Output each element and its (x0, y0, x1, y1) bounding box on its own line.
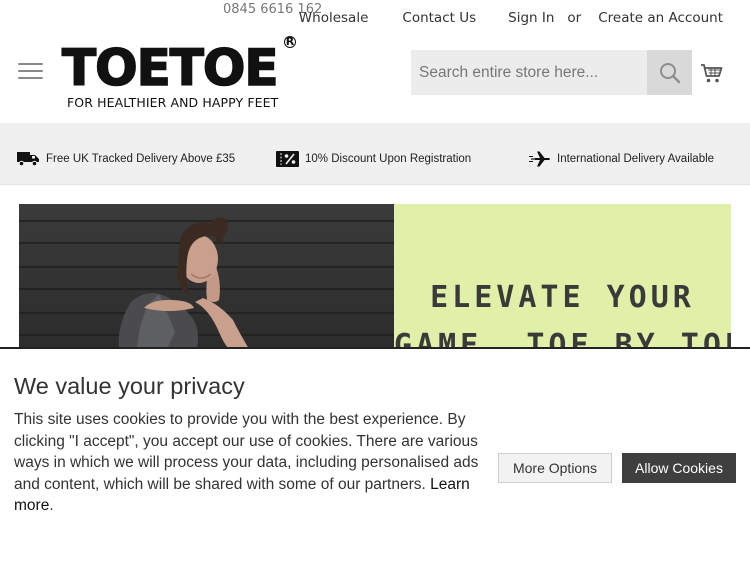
usp-label: 10% Discount Upon Registration (305, 153, 472, 165)
usp-bar: Free UK Tracked Delivery Above £35 10% D… (0, 123, 750, 185)
top-utility-bar: 0845 6616 162 Wholesale Contact Us Sign … (0, 0, 750, 36)
wholesale-link[interactable]: Wholesale (299, 10, 369, 26)
registered-mark: R (284, 35, 296, 48)
hero-banner[interactable]: ELEVATE YOUR GAME, TOE BY TOE (19, 204, 731, 349)
search-input[interactable] (411, 50, 647, 95)
account-links: Wholesale Contact Us Sign In or Create a… (299, 10, 723, 26)
discount-tag-icon (276, 151, 299, 167)
cookie-title: We value your privacy (14, 373, 245, 399)
logo-wordmark: TOETOE (61, 38, 279, 98)
site-logo[interactable]: TOETOE R FOR HEALTHIER AND HAPPY FEET (61, 35, 302, 112)
contact-us-link[interactable]: Contact Us (402, 10, 476, 26)
woman-figure-illustration (118, 217, 249, 349)
hero-text-panel: ELEVATE YOUR GAME, TOE BY TOE (394, 204, 731, 349)
more-options-button[interactable]: More Options (498, 453, 612, 483)
hero-headline-line2: GAME, TOE BY TOE (394, 328, 731, 349)
usp-label: Free UK Tracked Delivery Above £35 (46, 153, 236, 165)
usp-discount: 10% Discount Upon Registration (276, 151, 471, 167)
cookie-description: This site uses cookies to provide you wi… (14, 409, 492, 517)
cart-button[interactable] (700, 61, 724, 85)
or-separator: or (567, 10, 582, 26)
airplane-icon (529, 151, 550, 167)
usp-international: International Delivery Available (529, 151, 714, 167)
cart-icon (701, 64, 723, 83)
create-account-link[interactable]: Create an Account (598, 10, 723, 26)
usp-label: International Delivery Available (557, 153, 715, 165)
search-icon (659, 62, 680, 83)
sign-in-link[interactable]: Sign In (508, 10, 554, 26)
hamburger-menu-icon[interactable] (18, 63, 43, 81)
logo-tagline: FOR HEALTHIER AND HAPPY FEET (67, 95, 279, 110)
cookie-period: . (49, 497, 54, 515)
cookie-consent-banner: We value your privacy This site uses coo… (0, 347, 750, 563)
usp-free-delivery: Free UK Tracked Delivery Above £35 (17, 151, 235, 167)
hero-photo-woman-sitting (19, 204, 394, 349)
search-button[interactable] (647, 50, 692, 95)
hero-headline-line1: ELEVATE YOUR (430, 280, 695, 315)
allow-cookies-button[interactable]: Allow Cookies (622, 453, 736, 483)
cookie-body-text: This site uses cookies to provide you wi… (14, 411, 479, 493)
delivery-truck-icon (17, 152, 39, 167)
search-bar (411, 50, 692, 95)
